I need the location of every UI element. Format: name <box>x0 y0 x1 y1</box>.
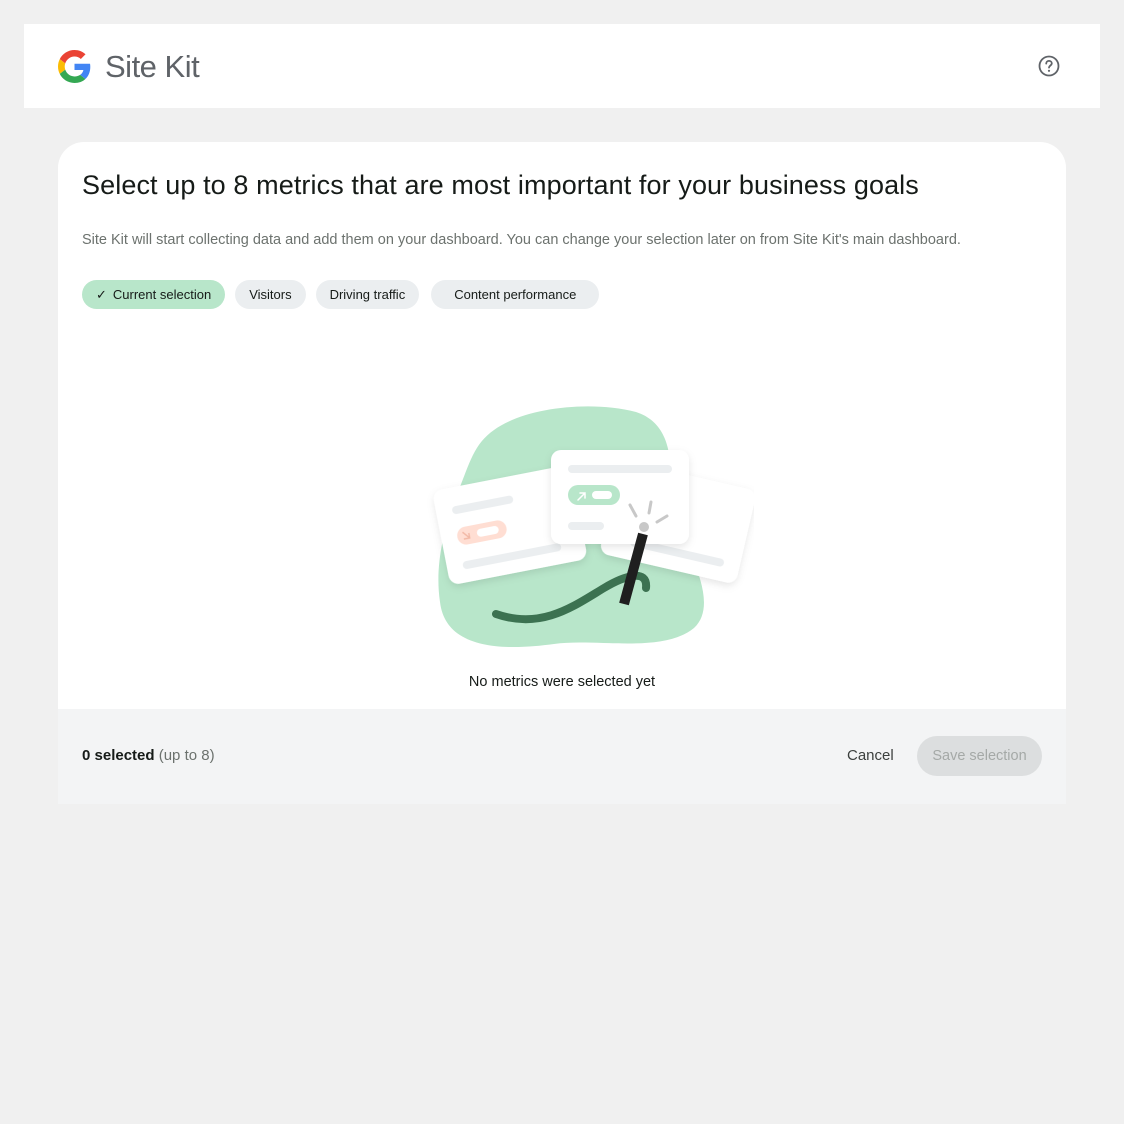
selected-count: 0 selected <box>82 747 155 764</box>
panel-description: Site Kit will start collecting data and … <box>82 232 961 248</box>
app-header: Site Kit <box>24 24 1100 108</box>
panel-title: Select up to 8 metrics that are most imp… <box>82 170 919 200</box>
select-metrics-panel: Select up to 8 metrics that are most imp… <box>58 142 1066 804</box>
selection-limit: (up to 8) <box>158 747 215 764</box>
google-g-icon <box>58 50 91 83</box>
empty-state-text: No metrics were selected yet <box>468 674 656 690</box>
tab-current-selection[interactable]: ✓ Current selection <box>82 280 226 309</box>
help-circle-icon <box>1038 55 1060 77</box>
panel-footer: 0 selected (up to 8) Cancel Save selecti… <box>58 709 1066 804</box>
tab-label: Current selection <box>112 287 212 302</box>
save-selection-button[interactable]: Save selection <box>917 736 1042 776</box>
tab-label: Visitors <box>249 287 292 302</box>
cancel-button[interactable]: Cancel <box>847 747 894 764</box>
help-button[interactable] <box>1036 53 1062 79</box>
metric-group-tabs: ✓ Current selection Visitors Driving tra… <box>82 280 609 309</box>
site-kit-logo: Site Kit <box>58 48 200 84</box>
tab-label: Driving traffic <box>329 287 406 302</box>
app-name: Site Kit <box>105 48 200 84</box>
magic-wand-metrics-illustration <box>433 406 754 648</box>
check-icon: ✓ <box>96 286 107 302</box>
tab-driving-traffic[interactable]: Driving traffic <box>315 280 420 309</box>
selection-count: 0 selected (up to 8) <box>82 747 215 764</box>
tab-label: Content performance <box>454 287 577 302</box>
tab-visitors[interactable]: Visitors <box>235 280 306 309</box>
tab-content-performance[interactable]: Content performance <box>431 280 600 309</box>
